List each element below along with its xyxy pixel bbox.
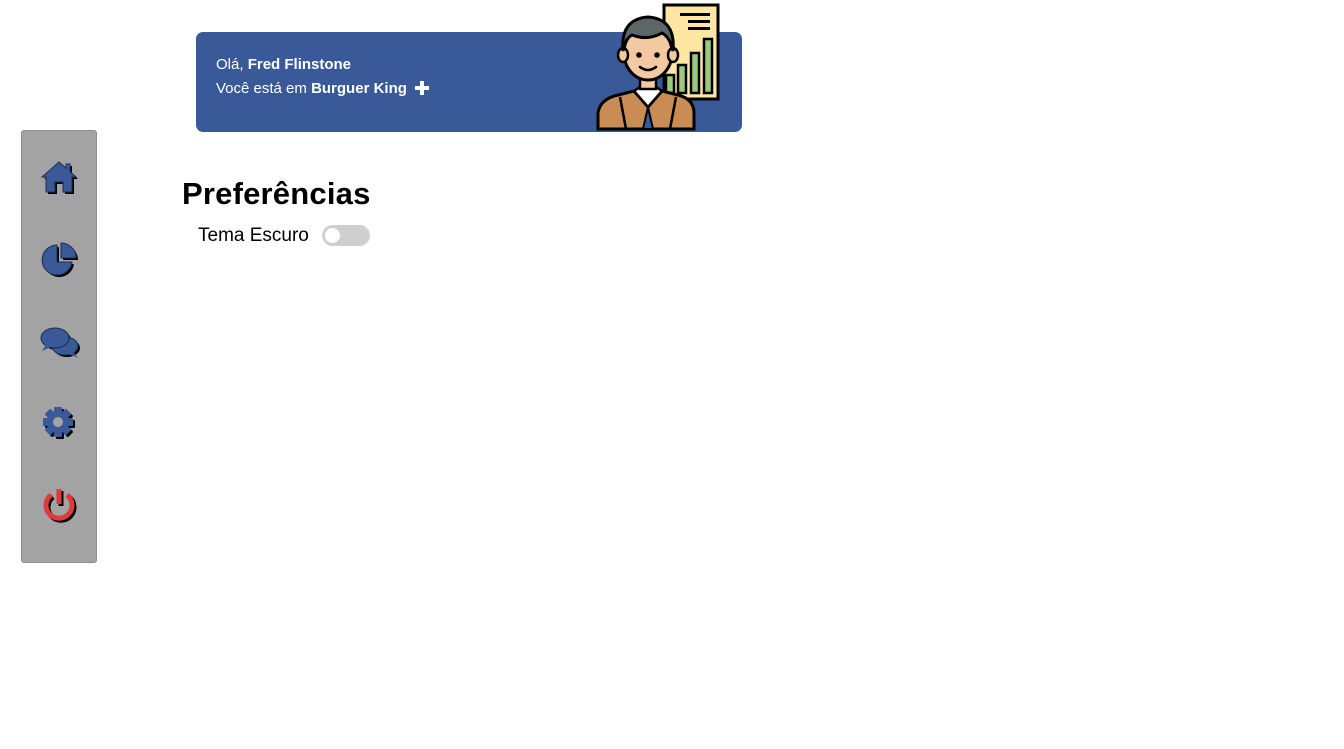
dark-theme-toggle[interactable] <box>322 225 370 246</box>
location-prefix: Você está em <box>216 80 307 97</box>
businessman-avatar <box>596 3 720 131</box>
greeting-prefix: Olá, <box>216 56 244 73</box>
sidebar <box>21 130 97 563</box>
pie-chart-icon <box>41 242 78 277</box>
app-page: Olá, Fred Flinstone Você está em Burguer… <box>0 0 1344 749</box>
welcome-banner: Olá, Fred Flinstone Você está em Burguer… <box>196 3 742 132</box>
toggle-knob <box>325 228 340 243</box>
greeting-line: Olá, Fred Flinstone <box>216 56 351 73</box>
plus-icon[interactable] <box>415 81 430 95</box>
sidebar-item-logout[interactable] <box>40 485 80 525</box>
location-name: Burguer King <box>311 80 407 97</box>
home-icon <box>40 161 78 194</box>
page-title: Preferências <box>182 176 371 211</box>
sidebar-item-dashboard[interactable] <box>40 240 80 280</box>
dark-theme-label: Tema Escuro <box>198 225 309 246</box>
chat-bubbles-icon <box>40 327 80 358</box>
user-name: Fred Flinstone <box>247 56 352 73</box>
sidebar-item-chat[interactable] <box>40 323 80 363</box>
sidebar-item-home[interactable] <box>40 158 80 198</box>
location-line: Você está em Burguer King <box>216 80 430 97</box>
gear-icon <box>43 407 75 439</box>
power-icon <box>43 489 77 523</box>
sidebar-item-settings[interactable] <box>40 403 80 443</box>
